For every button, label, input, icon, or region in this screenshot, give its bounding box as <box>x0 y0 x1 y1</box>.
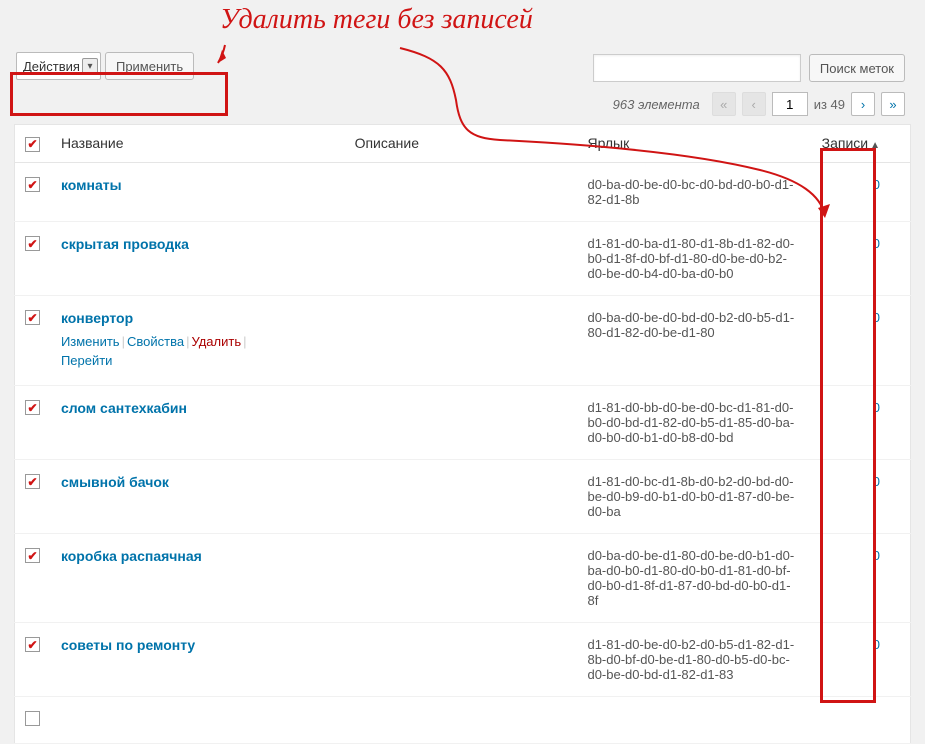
row-checkbox[interactable] <box>25 474 40 489</box>
select-all-checkbox[interactable] <box>25 137 40 152</box>
search-area: Поиск меток <box>593 54 905 82</box>
row-checkbox[interactable] <box>25 548 40 563</box>
table-row: конвертор Изменить|Свойства|Удалить|Перей… <box>15 295 911 385</box>
slug-cell: d1-81-d0-bb-d0-be-d0-bc-d1-81-d0-b0-d0-b… <box>577 385 810 459</box>
slug-cell: d1-81-d0-ba-d1-80-d1-8b-d1-82-d0-b0-d1-8… <box>577 221 810 295</box>
column-header-slug[interactable]: Ярлык <box>577 125 810 163</box>
bulk-actions: Действия ▾ Применить <box>14 50 196 82</box>
tag-name-link[interactable]: скрытая проводка <box>61 236 189 252</box>
count-link[interactable]: 0 <box>873 310 880 325</box>
slug-cell: d0-ba-d0-be-d0-bd-d0-b2-d0-b5-d1-80-d1-8… <box>577 295 810 385</box>
count-link[interactable]: 0 <box>873 548 880 563</box>
delete-link[interactable]: Удалить <box>191 334 241 349</box>
count-link[interactable]: 0 <box>873 177 880 192</box>
view-link[interactable]: Перейти <box>61 353 113 368</box>
sort-asc-icon: ▲ <box>870 140 880 151</box>
row-checkbox[interactable] <box>25 236 40 251</box>
quickedit-link[interactable]: Свойства <box>127 334 184 349</box>
tag-name-link[interactable]: слом сантехкабин <box>61 400 187 416</box>
count-link[interactable]: 0 <box>873 236 880 251</box>
apply-button[interactable]: Применить <box>105 52 194 80</box>
description-cell <box>345 385 578 459</box>
current-page-input[interactable] <box>772 92 808 116</box>
search-input[interactable] <box>593 54 801 82</box>
slug-cell: d0-ba-d0-be-d1-80-d0-be-d0-b1-d0-ba-d0-b… <box>577 533 810 622</box>
slug-cell: d1-81-d0-be-d0-b2-d0-b5-d1-82-d1-8b-d0-b… <box>577 622 810 696</box>
description-cell <box>345 533 578 622</box>
count-link[interactable]: 0 <box>873 474 880 489</box>
row-actions: Изменить|Свойства|Удалить|Перейти <box>61 332 335 371</box>
edit-link[interactable]: Изменить <box>61 334 120 349</box>
items-count: 963 элемента <box>613 97 700 112</box>
table-row: советы по ремонту d1-81-d0-be-d0-b2-d0-b5… <box>15 622 911 696</box>
tag-name-link[interactable]: советы по ремонту <box>61 637 195 653</box>
tag-name-link[interactable]: коробка распаячная <box>61 548 202 564</box>
prev-page-button[interactable]: ‹ <box>742 92 766 116</box>
column-header-name[interactable]: Название <box>51 125 345 163</box>
bulk-action-select-label: Действия <box>23 59 80 74</box>
next-page-button[interactable]: › <box>851 92 875 116</box>
row-checkbox[interactable] <box>25 400 40 415</box>
row-checkbox[interactable] <box>25 177 40 192</box>
row-checkbox[interactable] <box>25 637 40 652</box>
table-row: комнаты d0-ba-d0-be-d0-bc-d0-bd-d0-b0-d1-… <box>15 162 911 221</box>
table-row: коробка распаячная d0-ba-d0-be-d1-80-d0-b… <box>15 533 911 622</box>
chevron-down-icon: ▾ <box>82 58 98 74</box>
first-page-button[interactable]: « <box>712 92 736 116</box>
tags-table: Название Описание Ярлык Записи▲ комнаты d… <box>14 124 911 744</box>
description-cell <box>345 221 578 295</box>
table-row: слом сантехкабин d1-81-d0-bb-d0-be-d0-bc-… <box>15 385 911 459</box>
tag-name-link[interactable]: смывной бачок <box>61 474 169 490</box>
description-cell <box>345 622 578 696</box>
last-page-button[interactable]: » <box>881 92 905 116</box>
column-header-description[interactable]: Описание <box>345 125 578 163</box>
pagination: 963 элемента « ‹ из 49 › » <box>0 88 925 124</box>
description-cell <box>345 459 578 533</box>
slug-cell: d1-81-d0-bc-d1-8b-d0-b2-d0-bd-d0-be-d0-b… <box>577 459 810 533</box>
table-row: смывной бачок d1-81-d0-bc-d1-8b-d0-b2-d0-… <box>15 459 911 533</box>
table-row: скрытая проводка d1-81-d0-ba-d1-80-d1-8b-… <box>15 221 911 295</box>
description-cell <box>345 295 578 385</box>
count-link[interactable]: 0 <box>873 400 880 415</box>
description-cell <box>345 162 578 221</box>
of-pages: из 49 <box>814 97 845 112</box>
row-checkbox[interactable] <box>25 310 40 325</box>
column-header-count[interactable]: Записи▲ <box>810 125 910 163</box>
tag-name-link[interactable]: комнаты <box>61 177 122 193</box>
count-link[interactable]: 0 <box>873 637 880 652</box>
slug-cell: d0-ba-d0-be-d0-bc-d0-bd-d0-b0-d1-82-d1-8… <box>577 162 810 221</box>
tag-name-link[interactable]: конвертор <box>61 310 133 326</box>
bulk-action-select[interactable]: Действия ▾ <box>16 52 101 80</box>
search-button[interactable]: Поиск меток <box>809 54 905 82</box>
